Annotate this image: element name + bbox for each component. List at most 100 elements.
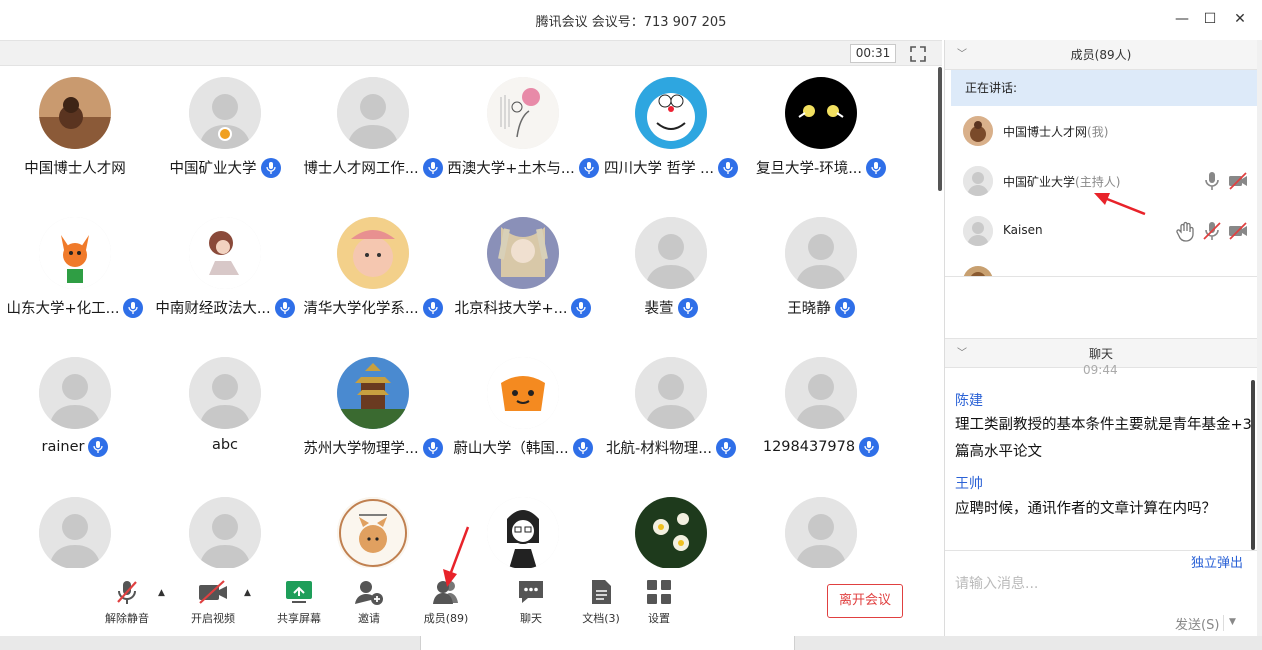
- participant-name-row: 北航-材料物理...: [592, 437, 750, 458]
- participant-name: 清华大学化学系...: [303, 301, 419, 317]
- participant-avatar: [487, 217, 559, 289]
- send-button[interactable]: 发送(S): [1175, 614, 1219, 633]
- settings-button[interactable]: 设置: [624, 578, 694, 626]
- fullscreen-icon[interactable]: [908, 44, 928, 64]
- participant-tile[interactable]: 博士人才网工作...: [298, 67, 448, 207]
- unmute-button[interactable]: 解除静音: [92, 578, 162, 626]
- maximize-button[interactable]: ☐: [1196, 6, 1224, 32]
- collapse-members-icon[interactable]: ﹀: [957, 40, 967, 70]
- send-options-caret[interactable]: ▼: [1229, 617, 1236, 627]
- participant-tile[interactable]: 清华大学化学系...: [298, 207, 448, 347]
- mic-icon[interactable]: [1201, 170, 1223, 192]
- member-name: 中国博士人才网(我): [1003, 125, 1109, 139]
- document-icon: [592, 580, 611, 604]
- participant-tile[interactable]: 山东大学+化工...: [0, 207, 150, 347]
- participant-avatar: [337, 497, 409, 569]
- mic-active-icon: [572, 437, 593, 458]
- audio-options-caret[interactable]: ▲: [158, 588, 165, 598]
- participant-tile[interactable]: 四川大学 哲学 ...: [596, 67, 746, 207]
- start-video-button[interactable]: 开启视频: [178, 578, 248, 626]
- participant-tile[interactable]: rainer: [0, 347, 150, 487]
- participant-avatar: [635, 357, 707, 429]
- participant-tile[interactable]: 1298437978: [746, 347, 896, 487]
- participant-avatar: [189, 217, 261, 289]
- meeting-toolbar: 解除静音 ▲ 开启视频 ▲ 共享屏幕 邀请 成员(89) 聊天 文档(3) 设置…: [0, 568, 944, 636]
- mic-muted-icon: [117, 581, 137, 604]
- participant-name: 苏州大学物理学...: [303, 441, 419, 457]
- video-options-caret[interactable]: ▲: [244, 588, 251, 598]
- chat-input[interactable]: 请输入消息...: [955, 573, 1038, 593]
- participant-name-row: 山东大学+化工...: [0, 297, 154, 318]
- participant-name: 裴萱: [644, 301, 674, 317]
- participant-name: 北航-材料物理...: [605, 441, 713, 457]
- participant-tile[interactable]: 中国矿业大学: [150, 67, 300, 207]
- invite-button[interactable]: 邀请: [334, 578, 404, 626]
- participant-tile[interactable]: 北航-材料物理...: [596, 347, 746, 487]
- mic-active-icon: [422, 157, 443, 178]
- participant-tile[interactable]: 北京科技大学+...: [448, 207, 598, 347]
- chat-scrollbar[interactable]: [1251, 380, 1255, 550]
- side-panel: ﹀ 成员(89人) 正在讲话: 中国博士人才网(我) 中国矿业大学(主持人) K…: [944, 40, 1262, 636]
- popout-chat-link[interactable]: 独立弹出: [1191, 552, 1243, 571]
- leave-meeting-button[interactable]: 离开会议: [827, 584, 903, 618]
- participant-tile[interactable]: 复旦大学-环境...: [746, 67, 896, 207]
- share-screen-icon: [286, 581, 312, 603]
- participant-name-row: 王晓静: [742, 297, 900, 318]
- member-row-partial[interactable]: [951, 256, 1257, 276]
- window-title: 腾讯会议 会议号：713 907 205: [535, 15, 727, 30]
- participant-tile[interactable]: abc: [150, 347, 300, 487]
- mic-active-icon: [571, 297, 592, 318]
- camera-off-icon[interactable]: [1227, 220, 1249, 242]
- gallery-scrollbar[interactable]: [938, 67, 942, 191]
- participant-tile[interactable]: 西澳大学+土木与...: [447, 67, 599, 207]
- mic-active-icon: [866, 157, 887, 178]
- participant-tile[interactable]: 中国博士人才网: [0, 67, 150, 207]
- camera-off-icon[interactable]: [1227, 170, 1249, 192]
- participant-name-row: 北京科技大学+...: [444, 297, 602, 318]
- member-avatar: [963, 166, 993, 196]
- participant-name: 博士人才网工作...: [303, 161, 419, 177]
- participant-avatar: [785, 217, 857, 289]
- close-button[interactable]: ✕: [1226, 6, 1254, 32]
- participant-avatar: [39, 217, 111, 289]
- video-gallery: 00:31 中国博士人才网 中国矿业大学 博士人才网工作... 西澳大学+土木与...…: [0, 40, 944, 636]
- invite-label: 邀请: [358, 612, 380, 625]
- members-header[interactable]: ﹀ 成员(89人): [945, 40, 1257, 70]
- mic-active-icon: [88, 437, 109, 457]
- mic-active-icon: [422, 437, 443, 458]
- member-row[interactable]: 中国博士人才网(我): [951, 106, 1257, 156]
- participant-avatar: [337, 77, 409, 149]
- participant-tile[interactable]: 王晓静: [746, 207, 896, 347]
- minimize-button[interactable]: —: [1168, 6, 1196, 32]
- members-label: 成员(89): [423, 612, 469, 625]
- participant-name: 中国博士人才网: [24, 161, 126, 177]
- participant-name-row: 清华大学化学系...: [294, 297, 452, 318]
- participant-name: 四川大学 哲学 ...: [603, 161, 715, 177]
- mic-muted-icon[interactable]: [1201, 220, 1223, 242]
- participant-name-row: 中国矿业大学: [146, 157, 304, 178]
- participant-tile[interactable]: 蔚山大学（韩国...: [448, 347, 598, 487]
- participant-tile[interactable]: 中南财经政法大...: [150, 207, 300, 347]
- unmute-label: 解除静音: [105, 612, 149, 625]
- participant-avatar: [785, 357, 857, 429]
- participant-avatar: [337, 217, 409, 289]
- participant-name-row: 蔚山大学（韩国...: [444, 437, 602, 458]
- participant-tile[interactable]: 苏州大学物理学...: [298, 347, 448, 487]
- settings-grid-icon: [647, 580, 671, 604]
- participant-name-row: 西澳大学+土木与...: [444, 157, 602, 178]
- chat-button[interactable]: 聊天: [496, 578, 566, 626]
- participant-name-row: 苏州大学物理学...: [294, 437, 452, 458]
- meeting-timer: 00:31: [850, 44, 896, 63]
- participant-name: 复旦大学-环境...: [755, 161, 863, 177]
- participant-avatar: [337, 357, 409, 429]
- mic-active-icon: [834, 297, 855, 318]
- participant-tile[interactable]: 裴萱: [596, 207, 746, 347]
- participant-avatar: [635, 217, 707, 289]
- share-screen-button[interactable]: 共享屏幕: [264, 578, 334, 626]
- side-panel-scrollbar[interactable]: [1257, 40, 1262, 636]
- chat-timestamp: 09:44: [1083, 363, 1118, 377]
- camera-off-icon: [199, 580, 227, 604]
- mic-active-icon: [859, 437, 880, 457]
- chat-icon: [519, 581, 543, 603]
- collapse-chat-icon[interactable]: ﹀: [957, 339, 967, 369]
